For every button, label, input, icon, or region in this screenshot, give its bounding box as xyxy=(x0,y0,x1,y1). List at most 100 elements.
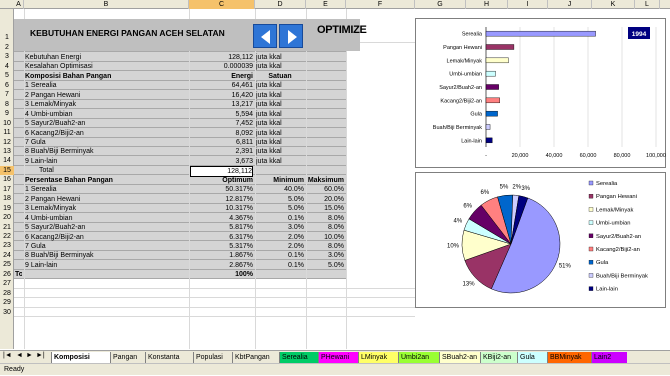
sheet-tab[interactable]: SBuah2-an xyxy=(439,352,480,363)
row-header-14[interactable]: 14 xyxy=(0,156,14,165)
row-header-9[interactable]: 9 xyxy=(0,109,14,118)
bar[interactable] xyxy=(485,44,515,50)
row-header-11[interactable]: 11 xyxy=(0,128,14,137)
row-header-1[interactable]: 1 xyxy=(0,33,14,42)
row-header-12[interactable]: 12 xyxy=(0,138,14,147)
x-tick-label: 60,000 xyxy=(580,153,597,159)
last-sheet-icon[interactable]: ►| xyxy=(36,352,45,359)
pie-chart[interactable]: 51% 13% 10% 4% 6% 6% 5% 2% 3% Serealia Pangan Hewa… xyxy=(415,172,666,308)
item-max: 8.0% xyxy=(328,242,344,250)
row-header-7[interactable]: 7 xyxy=(0,90,14,99)
column-header-d[interactable]: D xyxy=(255,0,306,9)
row-header-28[interactable]: 28 xyxy=(0,289,14,298)
first-sheet-icon[interactable]: |◄ xyxy=(3,352,12,359)
sheet-tab[interactable]: KBiji2-an xyxy=(480,352,517,363)
gridline xyxy=(346,9,347,349)
sheet-tab[interactable]: Lain2 xyxy=(591,352,627,363)
sheet-tab[interactable]: Gula xyxy=(517,352,547,363)
gridline xyxy=(14,316,415,318)
column-header-f[interactable]: F xyxy=(346,0,415,9)
x-tick-label: 20,000 xyxy=(512,153,529,159)
row-header-24[interactable]: 24 xyxy=(0,251,14,260)
item-min: 2.0% xyxy=(288,242,304,250)
row-header-21[interactable]: 21 xyxy=(0,223,14,232)
item-pct: 50.317% xyxy=(225,186,253,194)
sheet-tab[interactable]: Konstanta xyxy=(145,352,193,363)
row-header-8[interactable]: 8 xyxy=(0,100,14,109)
column-header-k[interactable]: K xyxy=(592,0,635,9)
sheet-tab[interactable]: PHewani xyxy=(318,352,358,363)
bar[interactable] xyxy=(485,30,596,37)
column-header-e[interactable]: E xyxy=(306,0,346,9)
row-header-29[interactable]: 29 xyxy=(0,298,14,307)
legend-swatch xyxy=(588,233,594,238)
row-header-27[interactable]: 27 xyxy=(0,279,14,288)
column-header-l[interactable]: L xyxy=(635,0,660,9)
row-header-25[interactable]: 25 xyxy=(0,260,14,269)
column-header-i[interactable]: I xyxy=(508,0,548,9)
kesalahan-unit: juta kkal xyxy=(256,63,282,71)
total2-label: Total xyxy=(15,271,22,279)
row-header-30[interactable]: 30 xyxy=(0,308,14,317)
bar[interactable] xyxy=(485,57,509,64)
prev-year-button[interactable] xyxy=(253,24,277,48)
sheet-tab[interactable]: Pangan xyxy=(110,352,145,363)
row-header-15[interactable]: 15 xyxy=(0,165,14,176)
row-header-19[interactable]: 19 xyxy=(0,204,14,213)
legend-swatch xyxy=(588,220,594,225)
row-header-4[interactable]: 4 xyxy=(0,62,14,71)
column-header-j[interactable]: J xyxy=(548,0,592,9)
next-sheet-icon[interactable]: ► xyxy=(26,352,33,359)
sheet-tab[interactable]: Serealia xyxy=(279,352,318,363)
column-header-a[interactable]: A xyxy=(14,0,24,9)
bar[interactable] xyxy=(485,110,498,117)
column-header-c[interactable]: C xyxy=(189,0,255,9)
persentase-header: Persentase Bahan Pangan xyxy=(25,176,113,184)
sheet-tab[interactable]: LMinyak xyxy=(358,352,398,363)
row-header-26[interactable]: 26 xyxy=(0,270,14,279)
column-header-b[interactable]: B xyxy=(24,0,189,9)
row-header-18[interactable]: 18 xyxy=(0,194,14,203)
sheet-tab[interactable]: Komposisi xyxy=(51,352,110,363)
row-header-17[interactable]: 17 xyxy=(0,185,14,194)
row-header-16[interactable]: 16 xyxy=(0,175,14,184)
item-min: 0.1% xyxy=(288,261,304,269)
column-header-g[interactable]: G xyxy=(415,0,466,9)
y-tick-label: Lain-lain xyxy=(461,138,482,144)
row-header-5[interactable]: 5 xyxy=(0,71,14,80)
item-unit: juta kkal xyxy=(256,157,282,165)
y-tick-label: Kacang2/Biji2-an xyxy=(440,98,482,104)
sheet-tab[interactable]: Populasi xyxy=(193,352,232,363)
y-tick-label: Umbi-umbian xyxy=(449,72,482,78)
bar[interactable] xyxy=(485,84,499,90)
row-header-22[interactable]: 22 xyxy=(0,232,14,241)
row-header-23[interactable]: 23 xyxy=(0,241,14,250)
bar[interactable] xyxy=(485,70,496,77)
optimize-button[interactable]: OPTIMIZE xyxy=(317,24,367,36)
row-header-6[interactable]: 6 xyxy=(0,81,14,90)
sheet-tab[interactable]: Umbi2an xyxy=(398,352,439,363)
row-header-13[interactable]: 13 xyxy=(0,147,14,156)
item-unit: juta kkal xyxy=(256,82,282,90)
row-header-20[interactable]: 20 xyxy=(0,213,14,222)
legend-label: Lain-lain xyxy=(596,287,618,293)
row-header-10[interactable]: 10 xyxy=(0,119,14,128)
row-header-2[interactable]: 2 xyxy=(0,43,14,52)
bar[interactable] xyxy=(485,137,493,144)
row-header-3[interactable]: 3 xyxy=(0,52,14,61)
item-pct: 5.817% xyxy=(229,224,253,232)
legend-label: Pangan Hewani xyxy=(596,194,637,200)
bar[interactable] xyxy=(485,124,491,130)
spreadsheet-grid[interactable]: Tahun1994Kebutuhan Energi128,112juta kka… xyxy=(14,9,415,349)
pie-data-label: 4% xyxy=(454,219,463,225)
gridline xyxy=(14,306,415,308)
bar-chart[interactable]: 1994 - 20,000 40,000 60,000 80,000 100,000 Sere… xyxy=(415,18,666,168)
sheet-tab[interactable]: BBMinyak xyxy=(547,352,591,363)
sheet-tab[interactable]: KbtPangan xyxy=(232,352,279,363)
column-header-h[interactable]: H xyxy=(466,0,508,9)
prev-sheet-icon[interactable]: ◄ xyxy=(16,352,23,359)
item-energi: 2,391 xyxy=(235,148,253,156)
chart-title: 1994 xyxy=(632,31,647,38)
next-year-button[interactable] xyxy=(279,24,303,48)
bar[interactable] xyxy=(485,97,500,104)
